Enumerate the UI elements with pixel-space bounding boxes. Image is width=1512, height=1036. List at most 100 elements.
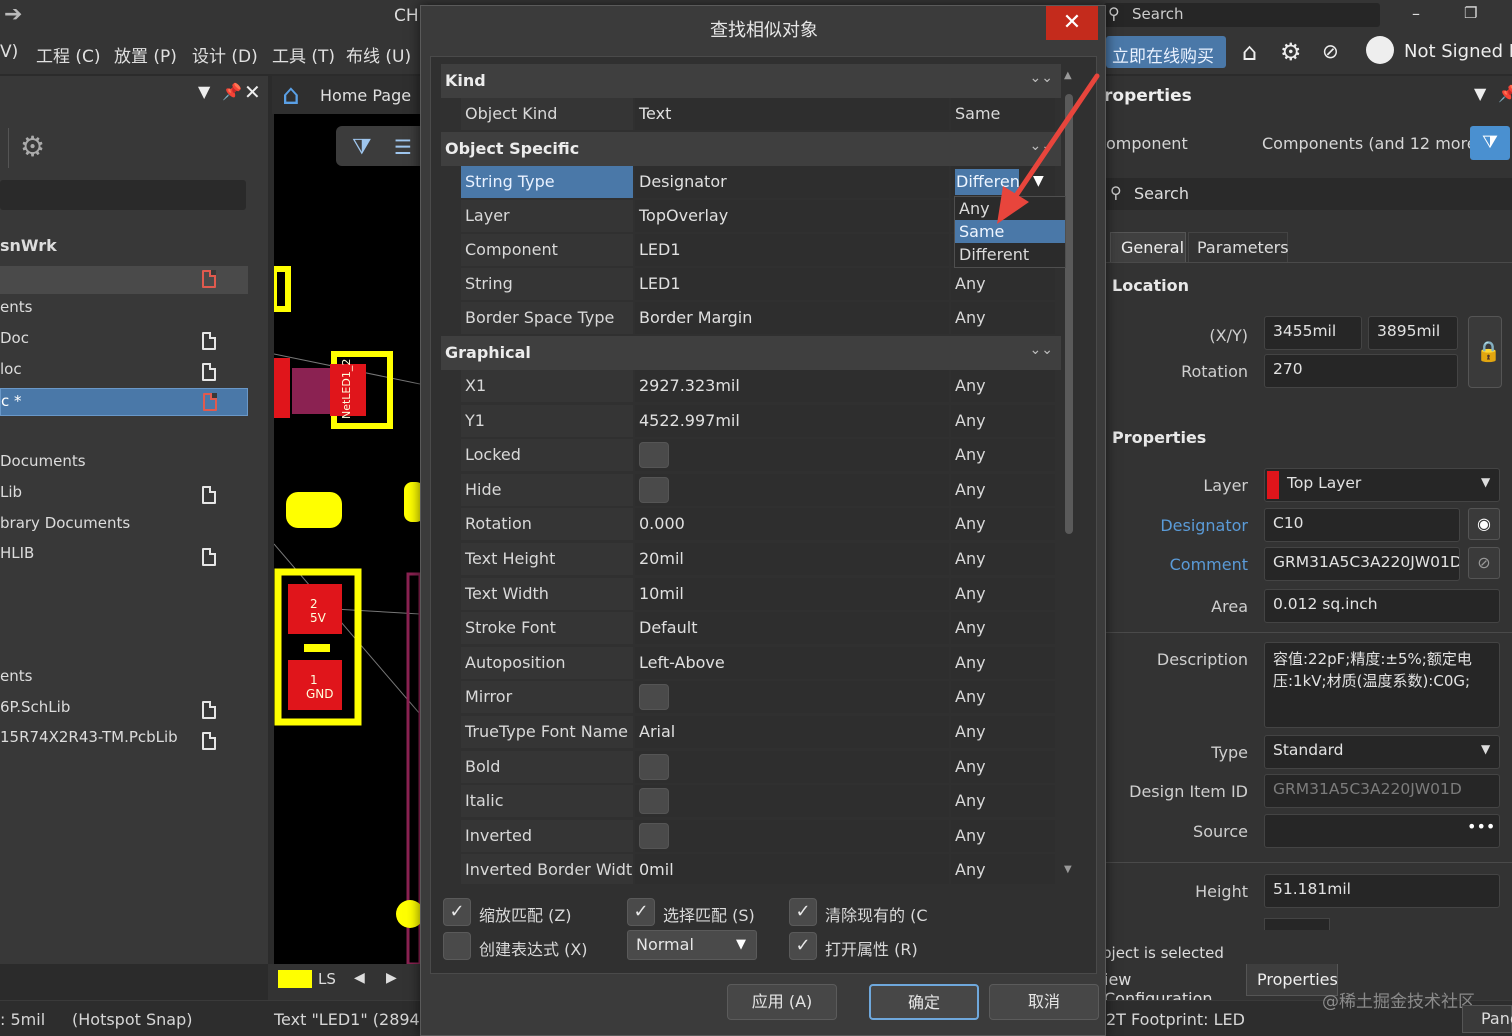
designator-visibility-button[interactable]: ◉ [1468, 508, 1500, 540]
tree-item[interactable]: Lib [0, 483, 22, 501]
home-page-tab[interactable]: Home Page [320, 86, 411, 105]
menu-view[interactable]: V) [0, 42, 18, 62]
menu-tools[interactable]: 工具 (T) [272, 42, 335, 67]
pin-icon[interactable]: 📌 [222, 82, 242, 101]
tree-item[interactable]: ents [0, 667, 32, 685]
project-search-input[interactable] [0, 180, 246, 210]
grid-row[interactable]: Locked Any [441, 439, 1061, 473]
match-select[interactable]: Any [951, 612, 1055, 645]
match-select[interactable]: Any [951, 646, 1055, 679]
grid-row[interactable]: Y1 4522.997mil Any [441, 404, 1061, 439]
user-status[interactable]: Not Signed In [1404, 41, 1512, 62]
tree-item[interactable]: ents [0, 298, 32, 316]
menu-project[interactable]: 工程 (C) [36, 42, 101, 67]
cancel-button[interactable]: 取消 [989, 984, 1099, 1020]
visibility-off-icon[interactable]: ⊘ [1322, 39, 1339, 63]
designator-field[interactable]: C10 [1264, 508, 1460, 542]
more-options-icon[interactable]: ••• [1467, 817, 1495, 836]
mode-select[interactable]: Normal ▼ [627, 930, 757, 960]
match-select[interactable]: Any [951, 370, 1055, 402]
minimize-icon[interactable]: – [1412, 4, 1420, 23]
category-kind[interactable]: Kind ⌄⌄ [441, 64, 1061, 98]
match-select[interactable]: Any [951, 854, 1055, 884]
dropdown-option-different[interactable]: Different [955, 243, 1065, 266]
filter-button[interactable]: ⧩ [1470, 126, 1510, 160]
comment-field[interactable]: GRM31A5C3A220JW01D [1264, 547, 1460, 581]
property-checkbox[interactable] [639, 753, 669, 780]
match-select[interactable]: Any [951, 268, 1055, 300]
rotation-field[interactable]: 270 [1264, 354, 1458, 388]
filter-value[interactable]: Components (and 12 more) [1262, 134, 1483, 153]
match-select[interactable]: Any [951, 819, 1055, 852]
match-select[interactable]: Any [951, 681, 1055, 714]
grid-row[interactable]: Mirror Any [441, 681, 1061, 715]
gear-icon[interactable]: ⚙ [1280, 38, 1302, 66]
lock-button[interactable]: 🔒 [1468, 316, 1502, 388]
clear-existing-checkbox[interactable]: ✓ [789, 898, 817, 926]
tab-general[interactable]: General [1110, 232, 1186, 262]
tree-item[interactable]: loc [0, 360, 22, 378]
grid-row[interactable]: Bold Any [441, 750, 1061, 785]
global-search[interactable]: ⚲ Search [1104, 3, 1380, 27]
type-select[interactable]: Standard ▼ [1264, 735, 1500, 769]
back-arrow-icon[interactable]: ➔ [4, 2, 22, 27]
panel-menu-icon[interactable]: ▼ [198, 82, 210, 101]
properties-search-input[interactable]: ⚲ Search [1100, 178, 1512, 210]
scroll-right-icon[interactable]: ▶ [386, 970, 397, 986]
grid-row[interactable]: Inverted Border Width 0mil Any [441, 854, 1061, 884]
match-select[interactable]: Any [951, 439, 1055, 472]
grid-row[interactable]: Text Height 20mil Any [441, 543, 1061, 577]
grid-row[interactable]: TrueType Font Name Arial Any [441, 716, 1061, 750]
match-select[interactable]: Any [951, 543, 1055, 575]
menu-place[interactable]: 放置 (P) [114, 42, 177, 67]
tree-item[interactable]: Documents [0, 452, 86, 470]
tab-parameters[interactable]: Parameters [1188, 232, 1289, 262]
description-field[interactable]: 容值:22pF;精度:±5%;额定电压:1kV;材质(温度系数):C0G; [1264, 642, 1500, 728]
select-match-checkbox[interactable]: ✓ [627, 898, 655, 926]
tree-item[interactable]: brary Documents [0, 514, 130, 532]
home-icon[interactable]: ⌂ [1242, 38, 1257, 66]
property-checkbox[interactable] [639, 684, 669, 711]
open-properties-checkbox[interactable]: ✓ [789, 932, 817, 960]
close-button[interactable]: ✕ [1046, 6, 1098, 40]
collapse-chevron-icon[interactable]: ⌄⌄ [1030, 342, 1053, 358]
grid-row[interactable]: Hide Any [441, 473, 1061, 508]
pin-icon[interactable]: 📌 [1498, 84, 1512, 103]
grid-row[interactable]: Stroke Font Default Any [441, 612, 1061, 646]
grid-row[interactable]: X1 2927.323mil Any [441, 370, 1061, 404]
source-field[interactable]: ••• [1264, 814, 1500, 848]
scroll-down-icon[interactable]: ▼ [1064, 864, 1072, 875]
match-select[interactable]: Any [951, 750, 1055, 783]
tab-view-configuration[interactable]: iew Configuration [1100, 964, 1244, 1008]
height-field[interactable]: 51.181mil [1264, 874, 1500, 908]
scroll-left-icon[interactable]: ◀ [354, 970, 365, 986]
match-select[interactable]: Any [951, 404, 1055, 437]
layer-select[interactable]: Top Layer ▼ [1264, 468, 1500, 502]
settings-gear-icon[interactable]: ⚙ [20, 130, 45, 163]
layer-set-tab[interactable]: LS [318, 970, 336, 988]
tree-item[interactable]: 6P.SchLib [0, 698, 70, 716]
property-checkbox[interactable] [639, 442, 669, 469]
menu-route[interactable]: 布线 (U) [346, 42, 411, 67]
category-object-specific[interactable]: Object Specific ⌄⌄ [441, 132, 1061, 166]
grid-row[interactable]: Text Width 10mil Any [441, 577, 1061, 612]
match-select[interactable]: Any [951, 577, 1055, 610]
grid-row[interactable]: Object Kind Text Same [441, 98, 1061, 132]
comment-visibility-button[interactable]: ⊘ [1468, 547, 1500, 579]
grid-row[interactable]: Rotation 0.000 Any [441, 508, 1061, 542]
property-checkbox[interactable] [639, 822, 669, 849]
apply-button[interactable]: 应用 (A) [727, 984, 837, 1020]
category-graphical[interactable]: Graphical ⌄⌄ [441, 336, 1061, 370]
match-select[interactable]: Any [951, 473, 1055, 506]
property-checkbox[interactable] [639, 476, 669, 503]
grid-row[interactable]: Inverted Any [441, 819, 1061, 854]
panels-button[interactable]: Pane [1462, 1005, 1512, 1033]
grid-row[interactable]: Border Space Type Border Margin Any [441, 302, 1061, 336]
match-select[interactable]: Any [951, 785, 1055, 818]
close-icon[interactable]: ✕ [244, 80, 261, 104]
match-select[interactable]: Any [951, 302, 1055, 334]
ok-button[interactable]: 确定 [869, 984, 979, 1020]
pcb-canvas[interactable]: ⧩ ☰ NetLED1_2 2 5V 1 GND [274, 114, 420, 964]
match-select[interactable]: Any [951, 508, 1055, 541]
tree-item[interactable]: HLIB [0, 544, 34, 562]
